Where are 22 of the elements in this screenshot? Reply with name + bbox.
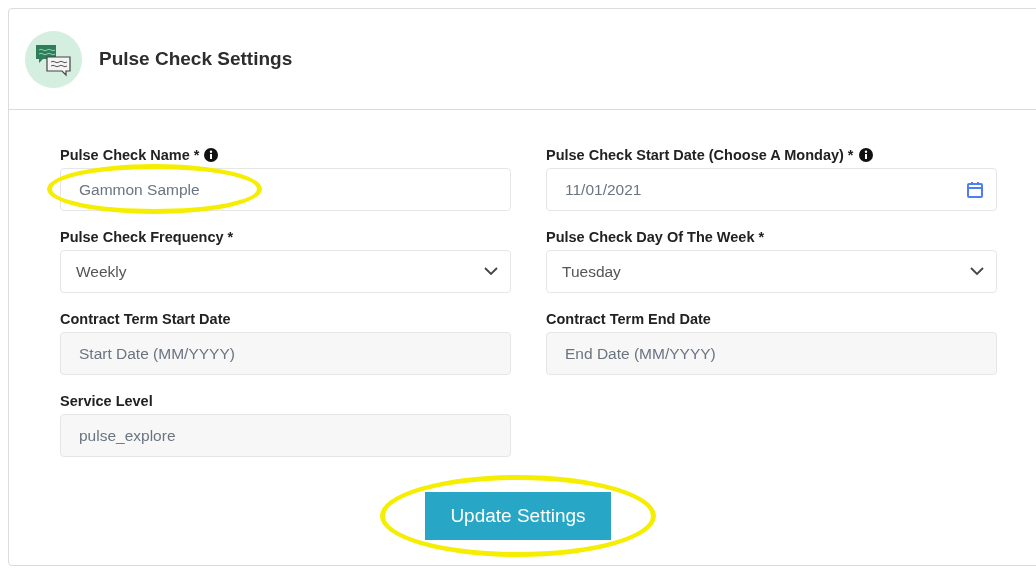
placeholder-field[interactable]: Start Date (MM/YYYY) (60, 332, 511, 375)
chat-bubbles-icon (25, 30, 82, 88)
chevron-down-icon (970, 267, 984, 276)
dropdown[interactable]: Weekly (60, 250, 511, 293)
page-title: Pulse Check Settings (99, 48, 293, 70)
readonly-field[interactable]: pulse_explore (60, 414, 511, 457)
text-field[interactable]: Gammon Sample (60, 168, 511, 211)
calendar-icon[interactable] (966, 180, 984, 199)
field-label: Pulse Check Frequency * (60, 229, 234, 245)
update-settings-button[interactable]: Update Settings (425, 492, 611, 540)
placeholder-field[interactable]: End Date (MM/YYYY) (546, 332, 997, 375)
field-label: Service Level (60, 393, 153, 409)
info-icon[interactable] (204, 148, 219, 162)
field-label: Pulse Check Start Date (Choose A Monday) * (546, 147, 854, 163)
field-label: Pulse Check Day Of The Week * (546, 229, 765, 245)
field-label: Contract Term Start Date (60, 311, 231, 327)
date-field[interactable]: 11/01/2021 (546, 168, 997, 211)
dropdown[interactable]: Tuesday (546, 250, 997, 293)
field-label: Contract Term End Date (546, 311, 711, 327)
chevron-down-icon (484, 267, 498, 276)
field-label: Pulse Check Name * (60, 147, 200, 163)
info-icon[interactable] (858, 148, 873, 162)
